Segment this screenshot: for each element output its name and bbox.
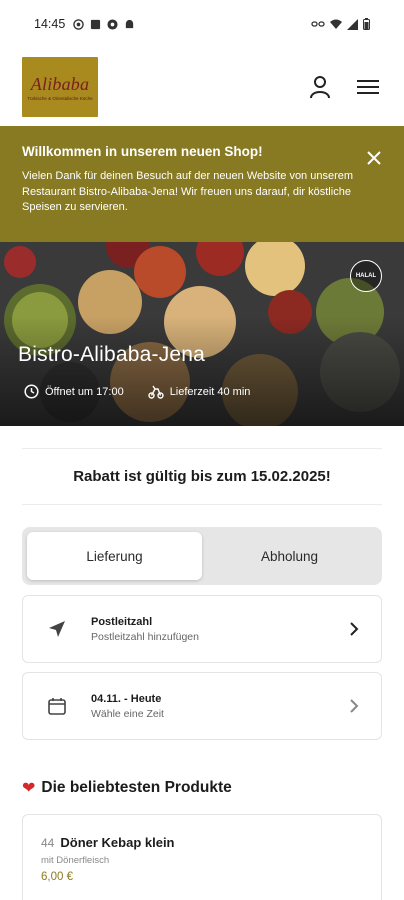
status-time: 14:45	[34, 17, 66, 31]
product-name: Döner Kebap klein	[60, 835, 175, 850]
logo-subtext: Türkische & Orientalische Küche	[27, 95, 93, 101]
status-bar: 14:45	[0, 0, 404, 48]
menu-button[interactable]	[354, 73, 382, 101]
link-icon	[311, 21, 325, 27]
welcome-banner: Willkommen in unserem neuen Shop! Vielen…	[0, 126, 404, 242]
delivery-info: Lieferzeit 40 min	[147, 384, 251, 399]
divider-bottom	[22, 504, 382, 505]
navigation-arrow-icon	[49, 621, 65, 637]
user-icon	[310, 76, 330, 99]
order-mode-toggle: Lieferung Abholung	[22, 527, 382, 585]
time-title: 04.11. - Heute	[91, 692, 162, 705]
postcode-text: Postleitzahl Postleitzahl hinzufügen	[91, 616, 347, 643]
restaurant-name: Bistro-Alibaba-Jena	[18, 343, 206, 366]
opening-text: Öffnet um 17:00	[45, 385, 124, 398]
postcode-title: Postleitzahl	[91, 615, 153, 628]
hero-gradient	[0, 316, 404, 426]
signal-icon	[347, 18, 358, 30]
product-number: 44	[41, 836, 55, 850]
settings-notification-icon	[107, 18, 118, 30]
app-header: Alibaba Türkische & Orientalische Küche	[0, 48, 404, 126]
product-description: mit Dönerfleisch	[41, 855, 110, 866]
clock-icon	[24, 384, 39, 399]
calendar-icon	[48, 698, 66, 715]
chevron-right-icon	[350, 622, 359, 636]
hero-meta: Öffnet um 17:00 Lieferzeit 40 min	[24, 384, 250, 399]
chevron-right-icon	[350, 699, 359, 713]
postcode-subtitle: Postleitzahl hinzufügen	[91, 630, 199, 643]
notification-icon	[73, 18, 85, 30]
popular-section-title: ❤ Die beliebtesten Produkte	[22, 778, 382, 798]
app-square-icon	[91, 19, 101, 29]
welcome-text: Vielen Dank für deinen Besuch auf der ne…	[22, 170, 354, 213]
product-price: 6,00 €	[41, 871, 73, 883]
card-icon-wrap	[45, 617, 69, 641]
postcode-card[interactable]: Postleitzahl Postleitzahl hinzufügen	[22, 595, 382, 663]
product-card[interactable]: 44 Döner Kebap klein mit Dönerfleisch 6,…	[22, 814, 382, 900]
time-card[interactable]: 04.11. - Heute Wähle eine Zeit	[22, 672, 382, 740]
wifi-icon	[330, 19, 342, 29]
android-icon	[126, 19, 134, 28]
header-icons	[306, 73, 382, 101]
halal-badge: HALAL	[350, 260, 382, 292]
product-line: 44 Döner Kebap klein	[41, 835, 363, 850]
status-right	[311, 18, 370, 30]
delivery-time-text: Lieferzeit 40 min	[169, 385, 251, 398]
scooter-icon	[147, 385, 164, 399]
restaurant-logo[interactable]: Alibaba Türkische & Orientalische Küche	[22, 57, 98, 117]
time-text: 04.11. - Heute Wähle eine Zeit	[91, 693, 347, 720]
battery-icon	[363, 18, 370, 30]
discount-notice: Rabatt ist gültig bis zum 15.02.2025!	[73, 468, 331, 485]
close-icon[interactable]	[366, 150, 382, 166]
welcome-title: Willkommen in unserem neuen Shop!	[22, 144, 263, 159]
opening-info: Öffnet um 17:00	[24, 384, 124, 399]
hero-banner: HALAL Bistro-Alibaba-Jena Öffnet um 17:0…	[0, 242, 404, 426]
time-subtitle: Wähle eine Zeit	[91, 707, 164, 720]
tab-delivery[interactable]: Lieferung	[27, 532, 202, 580]
tab-pickup[interactable]: Abholung	[202, 532, 377, 580]
card-icon-wrap	[45, 694, 69, 718]
logo-text: Alibaba	[30, 73, 90, 94]
hamburger-icon	[357, 80, 379, 94]
heart-icon: ❤	[22, 780, 36, 797]
account-button[interactable]	[306, 73, 334, 101]
status-left: 14:45	[34, 17, 135, 31]
popular-title-text: Die beliebtesten Produkte	[41, 779, 232, 796]
